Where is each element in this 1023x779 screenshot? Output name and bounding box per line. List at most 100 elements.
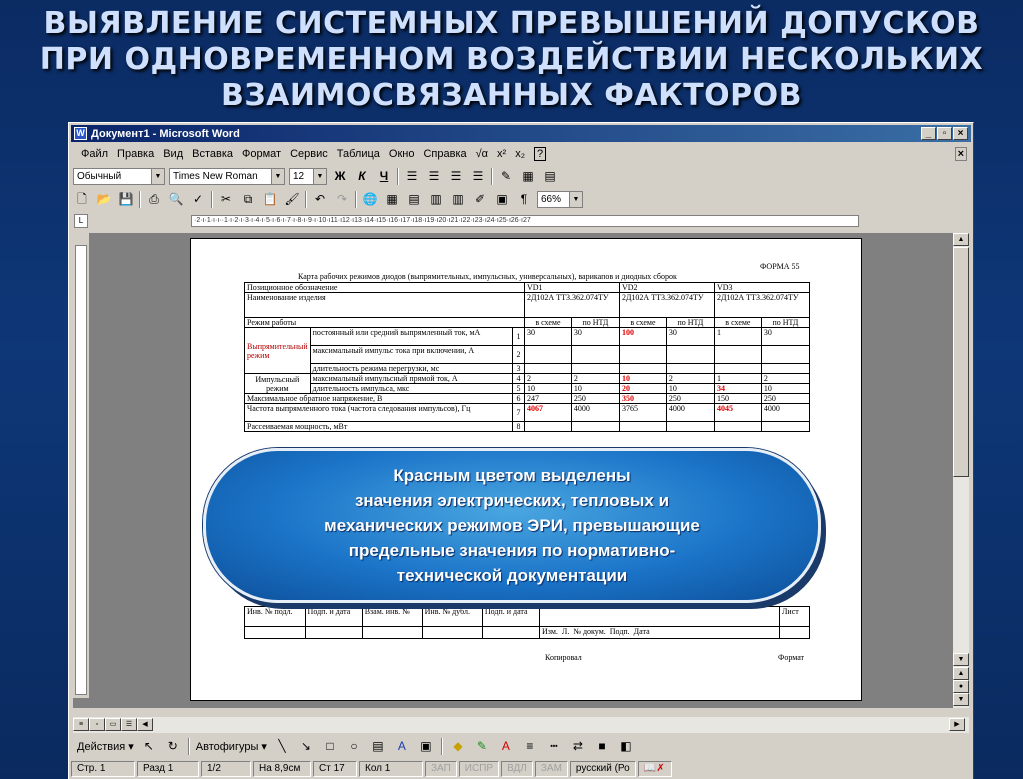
line-color-icon[interactable]: ✎ xyxy=(473,737,491,755)
font-size-select[interactable]: 12 ▼ xyxy=(289,167,327,185)
print-icon[interactable]: ⎙ xyxy=(145,190,163,208)
wordart-icon[interactable]: A xyxy=(393,737,411,755)
prev-page-icon[interactable]: ▲ xyxy=(953,667,969,680)
doc-close-icon[interactable]: × xyxy=(954,146,967,161)
format-painter-icon[interactable]: 🖌 xyxy=(283,190,301,208)
paste-icon[interactable]: 📋 xyxy=(261,190,279,208)
dash-style-icon[interactable]: ┅ xyxy=(545,737,563,755)
value-cell xyxy=(760,345,811,364)
normal-view-icon[interactable]: ≡ xyxy=(73,718,89,731)
callout-line: механических режимов ЭРИ, превышающие xyxy=(324,516,700,535)
italic-button[interactable]: К xyxy=(353,167,371,185)
subscript-icon[interactable]: x₂ xyxy=(515,148,525,160)
web-view-icon[interactable]: ▫ xyxy=(89,718,105,731)
window-titlebar[interactable]: W Документ1 - Microsoft Word _ ▫ × xyxy=(71,125,971,142)
free-rotate-icon[interactable]: ↻ xyxy=(164,737,182,755)
rectify-group-cell: Выпрямительный режим xyxy=(244,327,311,374)
table-icon[interactable]: ▤ xyxy=(541,167,559,185)
insert-table-icon[interactable]: ▤ xyxy=(405,190,423,208)
minimize-button[interactable]: _ xyxy=(921,127,936,140)
scroll-left-icon[interactable]: ◀ xyxy=(137,718,153,731)
font-color-icon[interactable]: A xyxy=(497,737,515,755)
menu-edit[interactable]: Правка xyxy=(117,148,154,160)
tab-selector-button[interactable]: L xyxy=(74,214,88,228)
close-button[interactable]: × xyxy=(953,127,968,140)
status-ovr[interactable]: ЗАМ xyxy=(534,761,568,777)
fill-color-icon[interactable]: ◆ xyxy=(449,737,467,755)
spelling-status-icon[interactable]: 📖✗ xyxy=(637,761,672,777)
select-objects-icon[interactable]: ↖ xyxy=(140,737,158,755)
save-icon[interactable]: 💾 xyxy=(117,190,135,208)
word-app-icon[interactable]: W xyxy=(74,127,87,140)
maximize-button[interactable]: ▫ xyxy=(937,127,952,140)
font-select[interactable]: Times New Roman ▼ xyxy=(169,167,285,185)
justify-icon[interactable]: ☰ xyxy=(469,167,487,185)
open-folder-icon[interactable]: 📂 xyxy=(95,190,113,208)
hyperlink-icon[interactable]: 🌐 xyxy=(361,190,379,208)
redo-icon[interactable]: ↷ xyxy=(333,190,351,208)
superscript-icon[interactable]: x² xyxy=(497,148,506,160)
cut-icon[interactable]: ✂ xyxy=(217,190,235,208)
scroll-down-icon[interactable]: ▼ xyxy=(953,653,969,666)
status-ext[interactable]: ВДЛ xyxy=(501,761,533,777)
borders-icon[interactable]: ▦ xyxy=(519,167,537,185)
value-cell: 150 xyxy=(713,393,762,404)
menu-table[interactable]: Таблица xyxy=(337,148,380,160)
style-select[interactable]: Обычный ▼ xyxy=(73,167,165,185)
zoom-select[interactable]: 66% ▼ xyxy=(537,190,583,208)
actions-menu[interactable]: Действия ▾ xyxy=(77,740,134,753)
autoshapes-menu[interactable]: Автофигуры ▾ xyxy=(196,740,267,753)
3d-icon[interactable]: ◧ xyxy=(617,737,635,755)
row-label: длительность режима перегрузки, мс xyxy=(309,363,513,374)
pilcrow-icon[interactable]: ¶ xyxy=(515,190,533,208)
vertical-ruler-scale[interactable] xyxy=(75,245,87,695)
menu-insert[interactable]: Вставка xyxy=(192,148,233,160)
table-row: длительность режима перегрузки, мс 3 xyxy=(245,363,811,374)
print-preview-icon[interactable]: 🔍 xyxy=(167,190,185,208)
browse-object-icon[interactable]: ● xyxy=(953,680,969,693)
status-trk[interactable]: ИСПР xyxy=(458,761,500,777)
ruler-scale[interactable]: ·2·ı·1·ı·ı··1·ı·2·ı·3·ı·4·ı·5·ı·6·ı·7·ı·… xyxy=(191,215,859,227)
new-document-icon[interactable]: 🗋 xyxy=(73,190,91,208)
scroll-thumb[interactable] xyxy=(953,247,969,477)
bold-button[interactable]: Ж xyxy=(331,167,349,185)
outline-view-icon[interactable]: ☰ xyxy=(121,718,137,731)
document-map-icon[interactable]: ▣ xyxy=(493,190,511,208)
align-right-icon[interactable]: ☰ xyxy=(447,167,465,185)
rectangle-icon[interactable]: □ xyxy=(321,737,339,755)
next-page-icon[interactable]: ▼ xyxy=(953,693,969,706)
columns-icon[interactable]: ▥ xyxy=(449,190,467,208)
align-left-icon[interactable]: ☰ xyxy=(403,167,421,185)
status-rec[interactable]: ЗАП xyxy=(425,761,457,777)
drawing-icon[interactable]: ✐ xyxy=(471,190,489,208)
highlight-icon[interactable]: ✎ xyxy=(497,167,515,185)
textbox-icon[interactable]: ▤ xyxy=(369,737,387,755)
underline-button[interactable]: Ч xyxy=(375,167,393,185)
menu-window[interactable]: Окно xyxy=(389,148,415,160)
menu-help[interactable]: Справка xyxy=(423,148,466,160)
scroll-right-icon[interactable]: ▶ xyxy=(949,718,965,731)
copy-icon[interactable]: ⧉ xyxy=(239,190,257,208)
align-center-icon[interactable]: ☰ xyxy=(425,167,443,185)
shadow-icon[interactable]: ■ xyxy=(593,737,611,755)
menu-format[interactable]: Формат xyxy=(242,148,281,160)
undo-icon[interactable]: ↶ xyxy=(311,190,329,208)
equation-icon[interactable]: √α xyxy=(476,148,488,160)
help-icon[interactable]: ? xyxy=(533,146,547,161)
insert-excel-icon[interactable]: ▥ xyxy=(427,190,445,208)
line-style-icon[interactable]: ≡ xyxy=(521,737,539,755)
horizontal-scrollbar[interactable]: ≡ ▫ ▭ ☰ ◀ ▶ xyxy=(73,717,969,733)
print-layout-icon[interactable]: ▭ xyxy=(105,718,121,731)
arrow-icon[interactable]: ↘ xyxy=(297,737,315,755)
menu-view[interactable]: Вид xyxy=(163,148,183,160)
clipart-icon[interactable]: ▣ xyxy=(417,737,435,755)
tables-borders-icon[interactable]: ▦ xyxy=(383,190,401,208)
arrow-style-icon[interactable]: ⇄ xyxy=(569,737,587,755)
menu-tools[interactable]: Сервис xyxy=(290,148,328,160)
spelling-icon[interactable]: ✓ xyxy=(189,190,207,208)
scroll-up-icon[interactable]: ▲ xyxy=(953,233,969,246)
line-icon[interactable]: ╲ xyxy=(273,737,291,755)
vertical-scrollbar[interactable]: ▲ ▼ ▲ ● ▼ xyxy=(953,233,969,708)
oval-icon[interactable]: ○ xyxy=(345,737,363,755)
menu-file[interactable]: Файл xyxy=(81,148,108,160)
